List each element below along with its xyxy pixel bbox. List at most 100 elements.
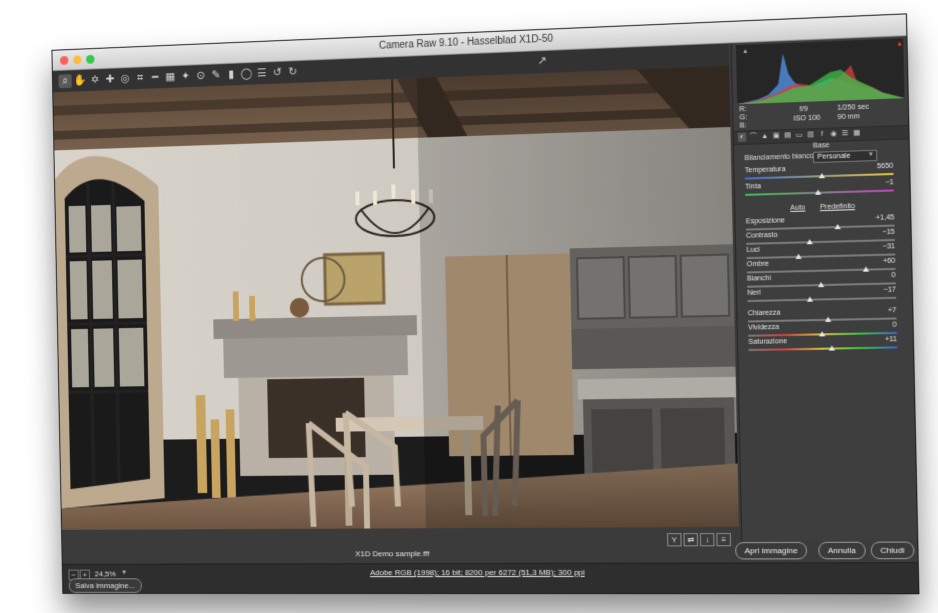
slider-label: Luci bbox=[746, 246, 760, 255]
hsl-tab-icon[interactable]: ▣ bbox=[772, 131, 781, 140]
white-balance-select[interactable]: Personale ▼ bbox=[813, 149, 878, 164]
workflow-options-link[interactable]: Adobe RGB (1998); 16 bit; 8200 per 6272 … bbox=[63, 567, 918, 577]
slider-thumb[interactable] bbox=[806, 239, 813, 245]
adjustment-panel: ▲ ▲ R: G: B: f/9 1/250 sec ISO 100 90 mm… bbox=[730, 36, 919, 542]
slider-thumb[interactable] bbox=[824, 316, 831, 322]
white-balance-label: Bilanciamento bianco: bbox=[744, 152, 816, 163]
swap-settings-icon[interactable]: ⇄ bbox=[683, 533, 699, 547]
shadow-clipping-icon[interactable]: ▲ bbox=[742, 49, 748, 55]
snapshots-tab-icon[interactable]: ▦ bbox=[852, 129, 861, 139]
rotate-left-icon[interactable]: ↺ bbox=[270, 66, 284, 80]
b-readout: B: bbox=[739, 122, 747, 130]
crop-icon[interactable]: ⌗ bbox=[133, 71, 146, 85]
g-readout: G: bbox=[739, 114, 748, 122]
lens-tab-icon[interactable]: ▭ bbox=[795, 131, 804, 141]
slider-label: Temperatura bbox=[744, 166, 786, 175]
slider-value[interactable]: +60 bbox=[883, 258, 896, 266]
slider-value[interactable]: 5650 bbox=[877, 163, 894, 171]
split-toning-tab-icon[interactable]: ▤ bbox=[783, 131, 792, 140]
before-after-icon[interactable]: Y bbox=[667, 533, 682, 547]
slider-thumb[interactable] bbox=[806, 296, 813, 302]
camera-raw-window: Camera Raw 9.10 - Hasselblad X1D-50 ⌕ ✋ ✡ ✚… bbox=[51, 13, 920, 595]
detail-tab-icon[interactable]: ▲ bbox=[761, 132, 769, 141]
slider-value[interactable]: −17 bbox=[883, 286, 896, 294]
preview-settings-icon[interactable]: ≡ bbox=[716, 532, 732, 547]
hand-icon[interactable]: ✋ bbox=[73, 74, 86, 88]
presets-tab-icon[interactable]: ☰ bbox=[841, 129, 850, 139]
red-eye-icon[interactable]: ⊙ bbox=[194, 69, 208, 83]
r-readout: R: bbox=[739, 105, 747, 114]
save-image-button[interactable]: Salva immagine... bbox=[68, 578, 142, 593]
slider-track[interactable] bbox=[747, 296, 897, 303]
copy-settings-icon[interactable]: ↓ bbox=[699, 533, 715, 547]
slider-track[interactable] bbox=[748, 346, 898, 352]
auto-link[interactable]: Auto bbox=[790, 204, 805, 212]
slider-thumb[interactable] bbox=[817, 281, 825, 288]
slider-thumb[interactable] bbox=[818, 173, 825, 179]
slider-value[interactable]: +11 bbox=[885, 336, 897, 343]
camera-calibration-tab-icon[interactable]: ◉ bbox=[829, 129, 838, 139]
slider-value[interactable]: +7 bbox=[888, 307, 897, 314]
preview-controls: Y ⇄ ↓ ≡ bbox=[62, 526, 740, 548]
slider-thumb[interactable] bbox=[862, 266, 869, 272]
slider-label: Vividezza bbox=[748, 323, 780, 332]
radial-filter-icon[interactable]: ◯ bbox=[240, 67, 254, 81]
slider-value[interactable]: −1 bbox=[885, 179, 894, 186]
slider-neri[interactable]: Neri −17 bbox=[747, 286, 904, 308]
slider-label: Tinta bbox=[745, 183, 762, 191]
cancel-button[interactable]: Annulla bbox=[818, 541, 866, 560]
aperture-value: f/9 bbox=[799, 105, 808, 114]
slider-label: Neri bbox=[747, 289, 761, 297]
adjustment-brush-icon[interactable]: ✎ bbox=[209, 68, 223, 82]
slider-thumb[interactable] bbox=[795, 253, 802, 260]
slider-thumb[interactable] bbox=[834, 223, 841, 230]
preview-photo bbox=[53, 65, 739, 530]
slider-thumb[interactable] bbox=[828, 345, 835, 351]
slider-label: Bianchi bbox=[746, 274, 771, 283]
slider-value[interactable]: −31 bbox=[882, 243, 895, 251]
chevron-down-icon: ▼ bbox=[867, 151, 875, 159]
straighten-icon[interactable]: ━ bbox=[148, 71, 162, 85]
fx-tab-icon[interactable]: f bbox=[818, 130, 827, 140]
slider-label: Esposizione bbox=[745, 217, 786, 226]
graduated-filter-icon[interactable]: ▮ bbox=[224, 67, 238, 81]
slider-thumb[interactable] bbox=[814, 189, 821, 195]
view-mode-buttons: Y ⇄ ↓ ≡ bbox=[665, 529, 732, 547]
shutter-value: 1/250 sec bbox=[837, 103, 870, 112]
basic-tab-icon[interactable]: ◐ bbox=[737, 132, 747, 143]
open-fullscreen-icon[interactable]: ↗ bbox=[537, 55, 549, 67]
screenshot-stage: Camera Raw 9.10 - Hasselblad X1D-50 ⌕ ✋ ✡ ✚… bbox=[0, 0, 938, 613]
slider-label: Chiarezza bbox=[747, 309, 781, 318]
open-image-button[interactable]: Apri immagine bbox=[735, 541, 808, 560]
histogram-graph bbox=[736, 48, 905, 105]
image-preview[interactable] bbox=[53, 65, 739, 530]
file-name: X1D Demo sample.fff bbox=[355, 549, 430, 559]
effects-tab-icon[interactable]: ▥ bbox=[806, 130, 815, 140]
rotate-right-icon[interactable]: ↻ bbox=[286, 65, 300, 79]
white-balance-icon[interactable]: ✡ bbox=[88, 73, 101, 87]
histogram: ▲ ▲ bbox=[735, 38, 905, 105]
slider-value[interactable]: 0 bbox=[891, 272, 895, 279]
slider-value[interactable]: +1,45 bbox=[876, 214, 895, 222]
default-link[interactable]: Predefinito bbox=[820, 203, 855, 211]
slider-thumb[interactable] bbox=[818, 331, 826, 337]
spot-removal-icon[interactable]: ✦ bbox=[179, 69, 193, 83]
white-balance-value: Personale bbox=[817, 152, 851, 161]
slider-tinta[interactable]: Tinta −1 bbox=[745, 179, 902, 202]
done-button[interactable]: Chiudi bbox=[870, 541, 915, 560]
slider-saturazione[interactable]: Saturazione +11 bbox=[748, 336, 905, 357]
tone-curve-tab-icon[interactable]: ⌒ bbox=[749, 132, 757, 141]
slider-label: Contrasto bbox=[746, 231, 778, 240]
transform-icon[interactable]: ▦ bbox=[164, 70, 178, 84]
color-sampler-icon[interactable]: ✚ bbox=[103, 72, 116, 86]
slider-label: Saturazione bbox=[748, 338, 788, 346]
target-adjust-icon[interactable]: ◎ bbox=[118, 72, 131, 86]
highlight-clipping-icon[interactable]: ▲ bbox=[896, 40, 905, 49]
preferences-icon[interactable]: ☰ bbox=[255, 66, 269, 80]
slider-value[interactable]: −15 bbox=[882, 229, 895, 237]
status-bar: − + 24,5% ▼ Adobe RGB (1998); 16 bit; 82… bbox=[62, 562, 919, 595]
slider-label: Ombre bbox=[746, 260, 770, 269]
focal-value: 90 mm bbox=[837, 113, 861, 122]
slider-value[interactable]: 0 bbox=[893, 322, 897, 329]
zoom-icon[interactable]: ⌕ bbox=[58, 74, 72, 89]
